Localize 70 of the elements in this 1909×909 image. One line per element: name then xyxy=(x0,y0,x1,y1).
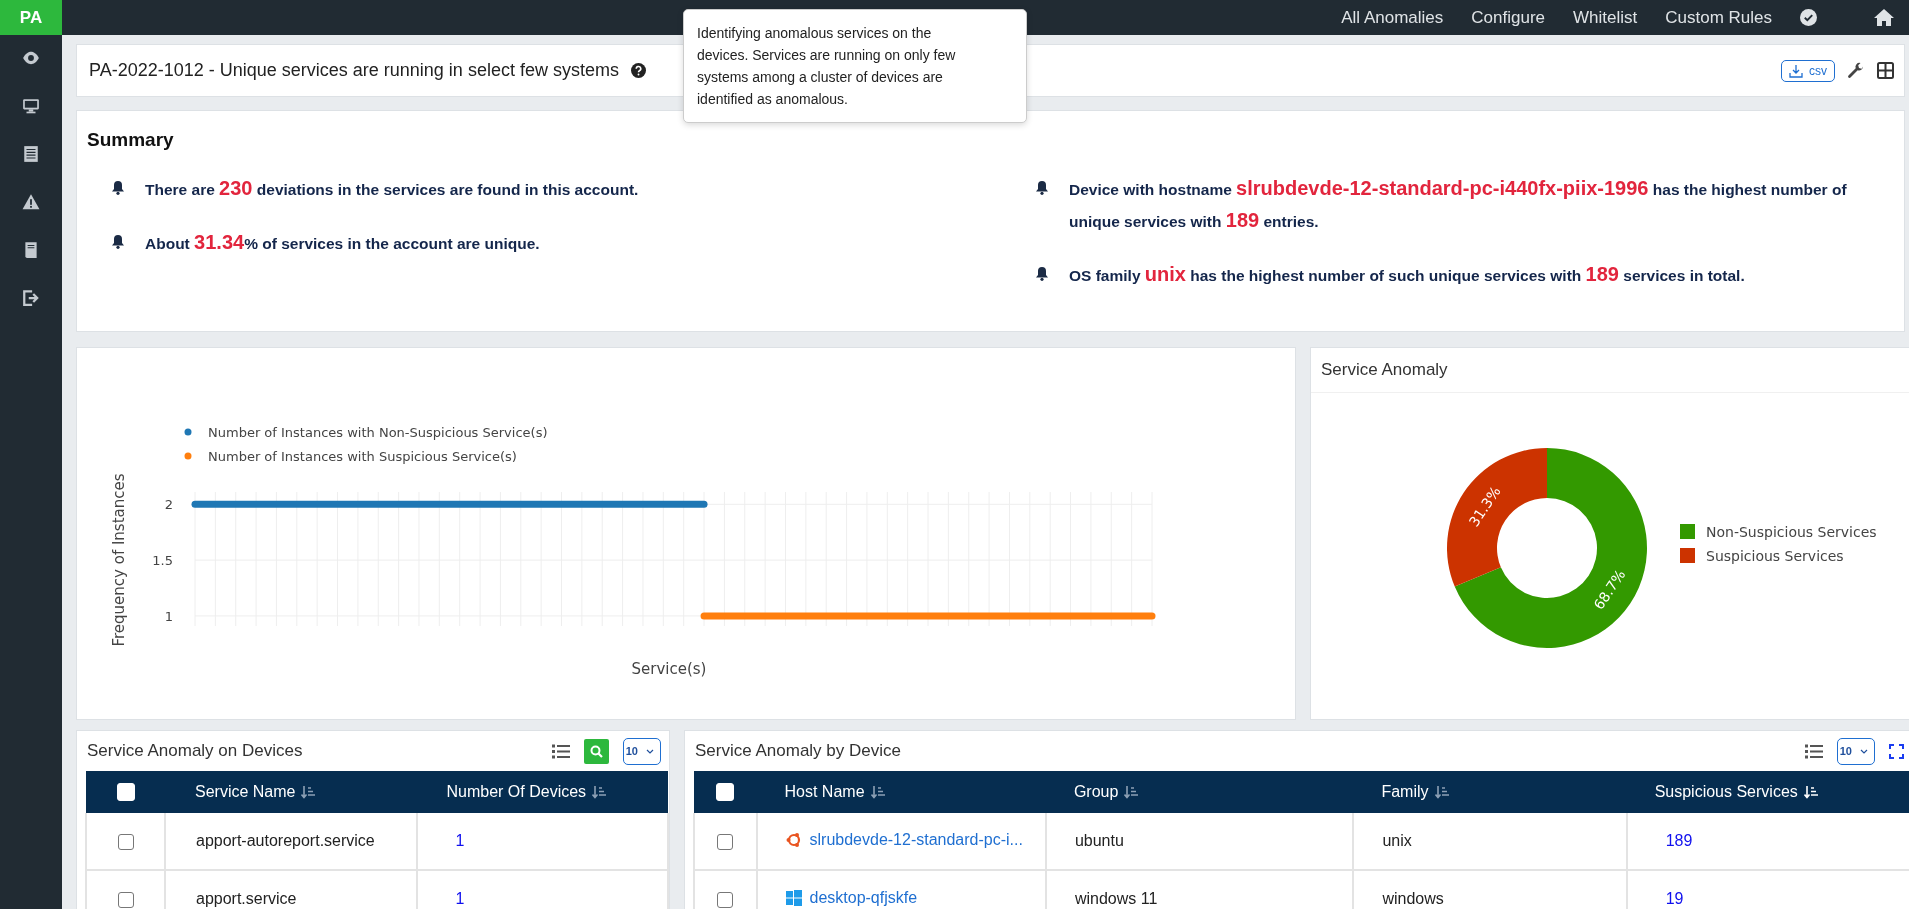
summary-statement: There are 230 deviations in the services are found in this account. xyxy=(145,176,639,201)
column-header[interactable]: Service Name xyxy=(165,771,417,813)
nav-link[interactable]: Whitelist xyxy=(1573,7,1638,28)
home-icon[interactable] xyxy=(1873,8,1895,27)
card-title: Service Anomaly xyxy=(1311,348,1909,393)
checkbox[interactable] xyxy=(717,833,734,850)
eye-icon[interactable] xyxy=(22,49,40,67)
caret-icon xyxy=(646,748,654,754)
list-icon[interactable] xyxy=(22,145,40,163)
legend-label: Number of Instances with Suspicious Service(s) xyxy=(208,449,517,464)
search-icon xyxy=(589,744,603,758)
bell-icon xyxy=(1035,266,1049,281)
caret-icon xyxy=(1860,748,1868,754)
check-circle-icon[interactable] xyxy=(1800,9,1817,26)
y-axis-title: Frequency of Instances xyxy=(110,473,128,647)
help-icon[interactable] xyxy=(630,63,646,78)
summary-title: Summary xyxy=(87,129,175,151)
wrench-icon[interactable] xyxy=(1847,61,1865,80)
page-size-select[interactable]: 10 xyxy=(622,737,661,765)
legend-dot xyxy=(184,428,192,436)
checkbox[interactable] xyxy=(717,891,734,908)
table-cell: ubuntu xyxy=(1045,813,1354,870)
legend-label: Non-Suspicious Services xyxy=(1706,524,1877,540)
nav-link[interactable]: Configure xyxy=(1471,7,1545,28)
ring-icon xyxy=(785,831,802,848)
table-cell: unix xyxy=(1353,813,1627,870)
expand-icon[interactable] xyxy=(1889,743,1904,759)
summary-statement: Device with hostname slrubdevde-12-standard-pc-i440fx-piix-1996 has the highest number of unique services with 189 entries. xyxy=(1069,176,1848,233)
download-icon xyxy=(1789,63,1803,78)
page-title: PA-2022-1012 - Unique services are running in select few systems xyxy=(89,60,619,81)
legend-label: Suspicious Services xyxy=(1706,548,1844,564)
y-tick-label: 1.5 xyxy=(152,553,173,569)
warning-icon[interactable] xyxy=(22,193,40,211)
summary-statement: OS family unix has the highest number of such unique services with 189 services in total. xyxy=(1069,262,1745,287)
csv-export-button[interactable]: csv xyxy=(1781,59,1835,82)
summary-statement: About 31.34% of services in the account are unique. xyxy=(145,230,540,255)
table-cell: apport-autoreport.service xyxy=(165,813,417,870)
tooltip: Identifying anomalous services on the devices. Services are running on only few systems among a cluster of devices are identified as anomalous. xyxy=(683,9,1027,123)
column-header[interactable]: Suspicious Services xyxy=(1626,771,1909,813)
table-cell: 1 xyxy=(416,813,668,870)
checkbox[interactable] xyxy=(117,891,134,908)
nav-link[interactable]: Custom Rules xyxy=(1665,7,1772,28)
checkbox[interactable] xyxy=(117,833,134,850)
list-icon[interactable] xyxy=(1804,743,1823,759)
page-size-select[interactable]: 10 xyxy=(1836,737,1875,765)
sort-icon[interactable] xyxy=(1803,785,1818,799)
nav-link[interactable]: All Anomalies xyxy=(1341,7,1444,28)
grid-icon[interactable] xyxy=(1877,62,1894,79)
bell-icon xyxy=(1035,180,1049,195)
column-header[interactable]: Number Of Devices xyxy=(416,771,668,813)
column-header[interactable]: Host Name xyxy=(756,771,1046,813)
bell-icon xyxy=(111,234,125,249)
y-tick-label: 1 xyxy=(164,608,173,624)
legend-swatch xyxy=(1680,548,1695,563)
window-pane-icon xyxy=(785,889,802,906)
x-axis-title: Service(s) xyxy=(631,660,707,678)
legend-label: Number of Instances with Non-Suspicious Service(s) xyxy=(208,425,548,440)
y-tick-label: 2 xyxy=(164,497,173,513)
monitor-icon[interactable] xyxy=(22,97,40,115)
card-title: Service Anomaly on Devices xyxy=(87,741,303,761)
search-button[interactable] xyxy=(583,738,609,764)
bell-icon xyxy=(111,180,125,195)
book-icon[interactable] xyxy=(22,241,40,259)
legend-dot xyxy=(184,452,192,460)
column-header[interactable]: Family xyxy=(1353,771,1627,813)
column-header[interactable]: Group xyxy=(1045,771,1354,813)
list-icon[interactable] xyxy=(551,743,570,759)
legend-swatch xyxy=(1680,524,1695,539)
sign-out-icon[interactable] xyxy=(22,289,40,307)
card-title: Service Anomaly by Device xyxy=(695,741,901,761)
